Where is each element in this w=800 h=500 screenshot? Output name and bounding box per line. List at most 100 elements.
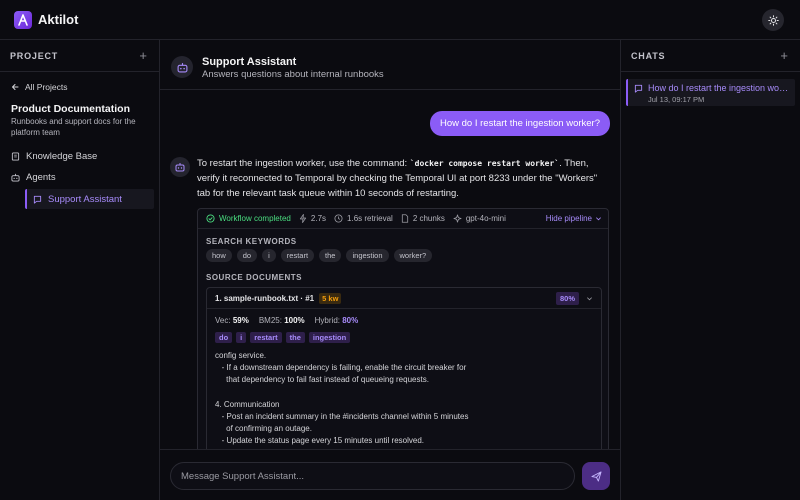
snippet-line: 4. Communication: [215, 399, 280, 409]
hide-pipeline-label: Hide pipeline: [545, 214, 592, 223]
chat-bubble-icon: [33, 195, 42, 204]
source-document-header[interactable]: 1. sample-runbook.txt · #1 5 kw 80%: [207, 288, 601, 309]
keyword-chip: restart: [280, 249, 315, 262]
matched-keyword: ingestion: [308, 332, 351, 343]
send-button[interactable]: [582, 462, 610, 490]
sun-icon: [767, 14, 779, 26]
source-documents-label: SOURCE DOCUMENTS: [206, 273, 303, 282]
bm25-score: BM25: 100%: [259, 316, 305, 325]
chat-list-item[interactable]: How do I restart the ingestion worker? J…: [626, 79, 795, 106]
send-icon: [590, 470, 602, 482]
duration-value: 2.7s: [310, 214, 327, 223]
snippet-line: that dependency to fail fast instead of …: [215, 375, 429, 385]
bot-icon: [175, 163, 185, 172]
matched-keyword: i: [236, 332, 247, 343]
assistant-message: To restart the ingestion worker, use the…: [197, 156, 612, 201]
chevron-down-icon[interactable]: [586, 295, 593, 302]
keyword-chip: do: [236, 249, 258, 262]
snippet-line: - Post an incident summary in the #incid…: [215, 412, 469, 422]
clock-icon: [334, 214, 343, 223]
nav-label-knowledge-base: Knowledge Base: [26, 151, 98, 162]
top-bar: Aktilot: [0, 0, 800, 40]
bot-icon: [11, 173, 20, 182]
all-projects-label: All Projects: [25, 82, 68, 92]
keyword-chip: the: [319, 249, 342, 262]
search-keywords-label: SEARCH KEYWORDS: [206, 237, 297, 246]
snippet-line: [215, 387, 595, 399]
document-icon: [401, 214, 408, 223]
assistant-text-part-1: To restart the ingestion worker, use the…: [197, 158, 410, 169]
check-circle-icon: [206, 214, 215, 223]
message-input[interactable]: [170, 462, 575, 490]
agent-header: Support Assistant Answers questions abou…: [160, 40, 620, 90]
hybrid-score-label: Hybrid:: [314, 316, 340, 325]
user-message-bubble: How do I restart the ingestion worker?: [430, 111, 610, 136]
source-document-card: 1. sample-runbook.txt · #1 5 kw 80% Vec:…: [206, 287, 602, 452]
chevron-down-icon: [596, 217, 601, 221]
hide-pipeline-button[interactable]: Hide pipeline: [546, 214, 602, 223]
chunks-value: 2 chunks: [412, 214, 445, 223]
arrow-left-icon: [12, 84, 19, 90]
keyword-chip: ingestion: [346, 249, 389, 262]
new-chat-button[interactable]: +: [780, 48, 788, 63]
document-snippet: config service. - If a downstream depend…: [215, 350, 595, 448]
project-description: Runbooks and support docs for the platfo…: [11, 117, 136, 137]
chat-bubble-icon: [634, 84, 643, 93]
pipeline-retrieval: 1.6s retrieval: [334, 214, 393, 223]
app-logo-icon[interactable]: [14, 11, 32, 29]
nav-item-support-assistant[interactable]: Support Assistant: [25, 189, 154, 209]
keyword-count-badge: 5 kw: [319, 292, 342, 304]
search-keywords-list: how do i restart the ingestion worker?: [206, 249, 433, 262]
snippet-line: of confirming an outage.: [215, 424, 312, 434]
bot-icon: [177, 62, 187, 72]
keyword-chip: i: [262, 249, 276, 262]
vec-score-label: Vec:: [215, 316, 231, 325]
sparkle-icon: [453, 214, 462, 223]
workflow-status: Workflow completed: [206, 214, 291, 223]
nav-item-knowledge-base[interactable]: Knowledge Base: [11, 151, 97, 162]
agent-name: Support Assistant: [202, 56, 297, 68]
chat-title: How do I restart the ingestion worker?: [648, 83, 791, 93]
project-sidebar: PROJECT + All Projects Product Documenta…: [0, 40, 160, 500]
chats-panel-title: CHATS: [631, 51, 666, 61]
snippet-line: - Update the status page every 15 minute…: [215, 436, 425, 446]
app-name: Aktilot: [38, 12, 79, 27]
book-icon: [11, 152, 20, 161]
vec-score-value: 59%: [232, 316, 249, 325]
relevance-score-badge: 80%: [555, 292, 579, 305]
workflow-status-label: Workflow completed: [219, 214, 291, 223]
bm25-score-value: 100%: [284, 316, 305, 325]
agent-avatar: [171, 56, 193, 78]
theme-toggle-button[interactable]: [762, 9, 784, 31]
keyword-chip: worker?: [393, 249, 433, 262]
nav-label-agents: Agents: [26, 172, 56, 183]
assistant-code-snippet: `docker compose restart worker`: [409, 159, 560, 168]
assistant-avatar: [170, 157, 190, 177]
matched-keyword: restart: [250, 332, 282, 343]
source-document-title: 1. sample-runbook.txt · #1: [215, 293, 315, 303]
keyword-chip: how: [206, 249, 232, 262]
hybrid-score: Hybrid: 80%: [315, 316, 359, 325]
add-project-button[interactable]: +: [139, 48, 147, 63]
matched-keyword: the: [285, 332, 305, 343]
project-panel-header: PROJECT +: [0, 40, 159, 72]
all-projects-link[interactable]: All Projects: [11, 82, 68, 92]
nav-label-support-assistant: Support Assistant: [48, 193, 122, 205]
lightning-icon: [299, 214, 306, 223]
score-breakdown: Vec: 59% BM25: 100% Hybrid: 80%: [215, 316, 358, 325]
chat-main: Support Assistant Answers questions abou…: [160, 40, 620, 500]
hybrid-score-value: 80%: [342, 316, 359, 325]
pipeline-panel: Workflow completed 2.7s 1.6s retrieval 2…: [197, 208, 609, 453]
pipeline-header: Workflow completed 2.7s 1.6s retrieval 2…: [198, 209, 608, 229]
composer: [160, 449, 620, 500]
matched-keyword: do: [215, 332, 233, 343]
chats-panel-header: CHATS +: [621, 40, 800, 72]
matched-keywords-list: do i restart the ingestion: [215, 332, 351, 343]
project-panel-title: PROJECT: [10, 51, 59, 61]
chats-sidebar: CHATS + How do I restart the ingestion w…: [620, 40, 800, 500]
chat-timestamp: Jul 13, 09:17 PM: [648, 95, 705, 104]
snippet-line: config service.: [215, 351, 267, 360]
bm25-score-label: BM25:: [258, 316, 282, 325]
nav-item-agents[interactable]: Agents: [11, 172, 56, 183]
model-value: gpt-4o-mini: [465, 214, 506, 223]
